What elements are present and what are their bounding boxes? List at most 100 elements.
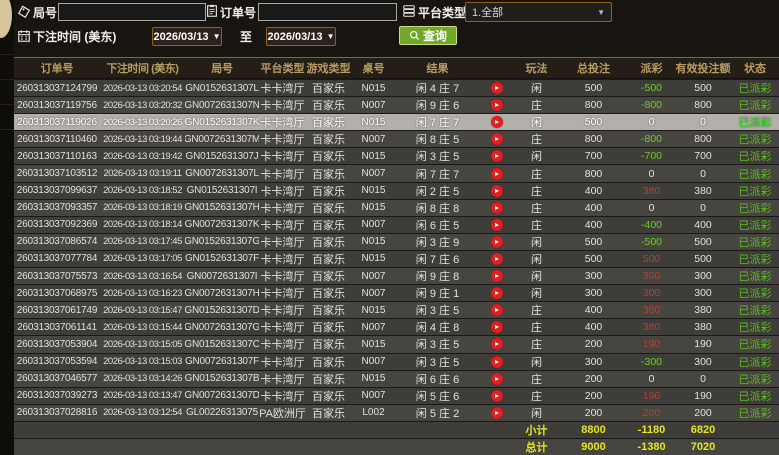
table-row[interactable]: 260313037119756 2026-03-13 03:20:32 GN0072…	[14, 96, 779, 114]
order-number: 260313037099637	[16, 185, 98, 197]
replay-play-icon[interactable]	[490, 201, 503, 214]
payout: 0	[648, 372, 655, 385]
table-row[interactable]: 260313037086574 2026-03-13 03:17:45 GN0152…	[14, 232, 779, 250]
total-bet: 400	[584, 201, 603, 214]
table-row[interactable]: 260313037061141 2026-03-13 03:15:44 GN0072…	[14, 318, 779, 336]
payout: -400	[640, 218, 662, 231]
play-type: 庄	[531, 134, 542, 147]
replay-cell	[479, 200, 514, 216]
replay-play-icon[interactable]	[490, 304, 503, 317]
table-row[interactable]: 260313037053904 2026-03-13 03:15:05 GN0152…	[14, 335, 779, 353]
payout: 500	[642, 252, 661, 265]
game-type: 百家乐	[312, 236, 345, 249]
column-header-order-number: 订单号	[40, 63, 74, 75]
bet-time: 2026-03-13 03:15:03	[103, 356, 182, 368]
replay-play-icon[interactable]	[490, 82, 503, 95]
game-type: 百家乐	[312, 305, 345, 318]
replay-play-icon[interactable]	[490, 406, 503, 419]
platform-type: 卡卡湾厅	[260, 151, 305, 164]
chevron-down-icon: ▼	[326, 32, 335, 41]
table-row[interactable]: 260313037075573 2026-03-13 03:16:54 GN0072…	[14, 267, 779, 285]
replay-play-icon[interactable]	[490, 99, 503, 112]
play-type: 闲	[531, 151, 542, 164]
date-to-picker[interactable]: 2026/03/13 ▼	[266, 27, 336, 46]
table-row[interactable]: 260313037039273 2026-03-13 03:13:47 GN0072…	[14, 386, 779, 404]
replay-play-icon[interactable]	[490, 389, 503, 402]
total-bet: 800	[584, 133, 603, 146]
platform-type: 卡卡湾厅	[260, 117, 305, 130]
table-row[interactable]: 260313037124799 2026-03-13 03:20:54 GN0152…	[14, 79, 779, 97]
replay-play-icon[interactable]	[490, 167, 503, 180]
bet-time-label: 下注时间 (美东)	[33, 30, 117, 44]
replay-play-icon[interactable]	[490, 321, 503, 334]
summary-total-bet: 8800	[581, 423, 606, 436]
round-number: GN0152631307F	[185, 253, 259, 265]
table-row[interactable]: 260313037110163 2026-03-13 03:19:42 GN0152…	[14, 147, 779, 165]
table-row[interactable]: 260313037046577 2026-03-13 03:14:26 GN0152…	[14, 369, 779, 387]
table-row[interactable]: 260313037061749 2026-03-13 03:15:47 GN0152…	[14, 301, 779, 319]
table-row[interactable]: 260313037028816 2026-03-13 03:12:54 GL0022…	[14, 403, 779, 421]
result: 闲 8 庄 5	[415, 134, 460, 147]
replay-cell	[479, 80, 514, 96]
empty-cell	[306, 439, 351, 455]
status-badge: 已派彩	[738, 407, 772, 420]
table-row[interactable]: 260313037077784 2026-03-13 03:17:05 GN0152…	[14, 249, 779, 268]
replay-play-icon[interactable]	[490, 287, 503, 300]
replay-play-icon[interactable]	[490, 338, 503, 351]
replay-play-icon[interactable]	[490, 133, 503, 146]
empty-cell	[731, 439, 779, 455]
payout: 0	[648, 167, 655, 180]
replay-play-icon[interactable]	[490, 270, 503, 283]
game-type: 百家乐	[312, 271, 345, 284]
table-row[interactable]: 260313037093357 2026-03-13 03:18:19 GN0152…	[14, 198, 779, 216]
order-number: 260313037119026	[17, 116, 97, 128]
round-number-input[interactable]	[58, 3, 206, 21]
date-from-picker[interactable]: 2026/03/13 ▼	[152, 27, 222, 46]
order-number: 260313037061749	[16, 304, 98, 316]
game-type: 百家乐	[312, 339, 345, 352]
play-type: 庄	[531, 390, 542, 403]
payout: 380	[642, 321, 661, 334]
replay-play-icon[interactable]	[490, 252, 503, 265]
order-number: 260313037053904	[16, 338, 98, 350]
order-number: 260313037068975	[16, 287, 98, 299]
table-row[interactable]: 260313037053594 2026-03-13 03:15:03 GN0072…	[14, 352, 779, 370]
table-row-selected[interactable]: 260313037119026 2026-03-13 03:20:26 GN0152…	[14, 113, 779, 131]
summary-payout: -1180	[637, 423, 666, 436]
bet-time: 2026-03-13 03:16:54	[103, 270, 182, 282]
replay-play-icon[interactable]	[490, 116, 503, 129]
play-type: 闲	[531, 271, 542, 284]
round-number: GN0072631307L	[185, 168, 259, 180]
replay-play-icon[interactable]	[490, 235, 503, 248]
bet-time: 2026-03-13 03:16:23	[103, 287, 182, 299]
valid-bet-amount: 0	[700, 372, 706, 385]
table-row[interactable]: 260313037110460 2026-03-13 03:19:44 GN0072…	[14, 130, 779, 148]
play-type: 闲	[531, 253, 542, 266]
payout: -300	[640, 355, 662, 368]
platform-type: 卡卡湾厅	[260, 271, 305, 284]
replay-play-icon[interactable]	[490, 150, 503, 163]
replay-play-icon[interactable]	[490, 372, 503, 385]
table-row[interactable]: 260313037092369 2026-03-13 03:18:14 GN0072…	[14, 215, 779, 233]
replay-cell	[479, 183, 514, 199]
platform-type: 卡卡湾厅	[260, 134, 305, 147]
query-button[interactable]: 查询	[399, 26, 457, 45]
empty-cell	[14, 439, 100, 455]
game-type: 百家乐	[312, 390, 345, 403]
replay-play-icon[interactable]	[490, 355, 503, 368]
replay-play-icon[interactable]	[490, 218, 503, 231]
order-number: 260313037077784	[16, 253, 98, 265]
order-number-input[interactable]	[258, 3, 397, 21]
table-row[interactable]: 260313037103512 2026-03-13 03:19:11 GN0072…	[14, 164, 779, 182]
status-badge: 已派彩	[738, 288, 772, 301]
platform-type: 卡卡湾厅	[260, 356, 305, 369]
result: 闲 9 庄 8	[415, 271, 460, 284]
platform-type-selected-value: 1.全部	[472, 7, 504, 19]
replay-play-icon[interactable]	[490, 184, 503, 197]
column-header-status: 状态	[744, 63, 766, 75]
table-row[interactable]: 260313037068975 2026-03-13 03:16:23 GN0072…	[14, 284, 779, 302]
platform-type-select[interactable]: 1.全部 ▼	[465, 2, 612, 22]
table-row[interactable]: 260313037099637 2026-03-13 03:18:52 GN0152…	[14, 181, 779, 199]
result: 闲 3 庄 5	[415, 151, 460, 164]
empty-cell	[100, 422, 185, 438]
